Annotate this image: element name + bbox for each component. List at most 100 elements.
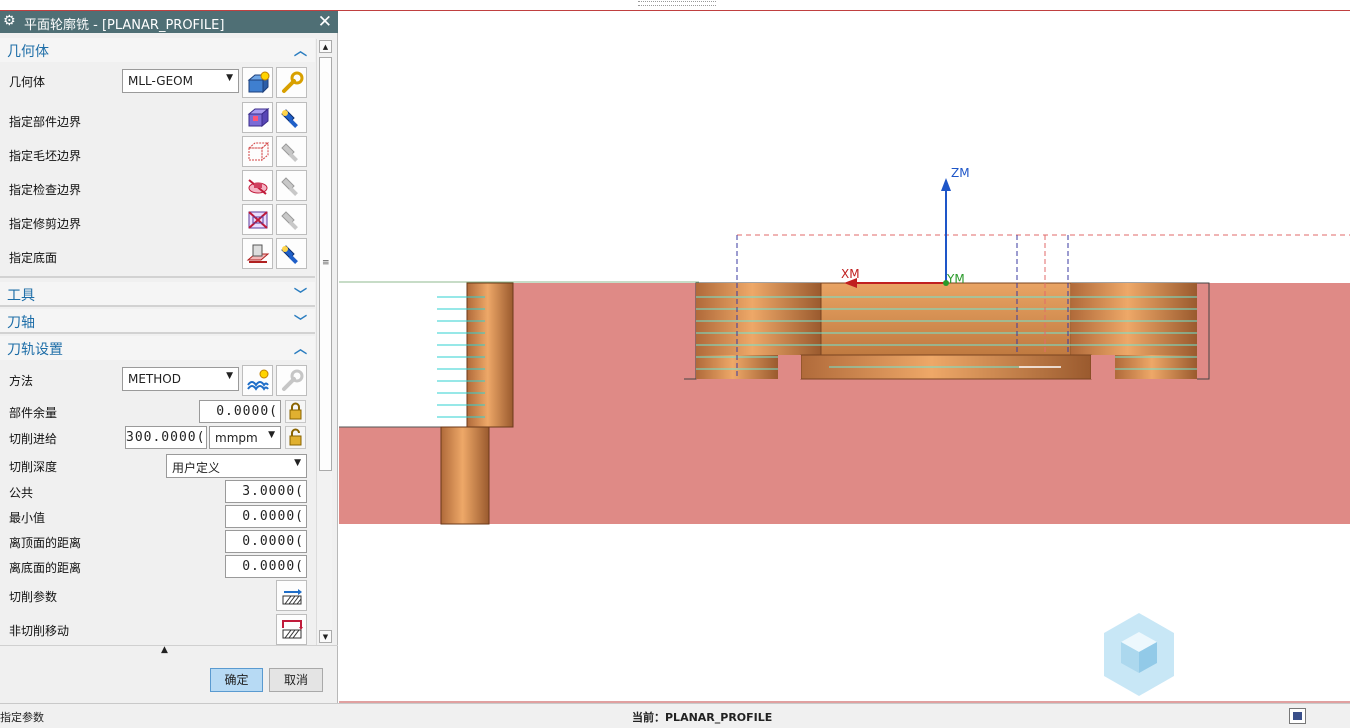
cut-depth-value: 用户定义 — [172, 461, 221, 475]
specify-floor-button[interactable] — [242, 238, 273, 269]
non-cutting-moves-icon — [282, 620, 303, 639]
method-select[interactable]: METHOD ▼ — [122, 367, 239, 391]
min-depth-input[interactable]: 0.0000( — [225, 505, 307, 528]
divider — [0, 332, 315, 334]
new-geometry-icon — [247, 71, 270, 94]
new-method-icon — [247, 369, 269, 391]
section-geometry-header[interactable]: 几何体 ︿ — [0, 38, 315, 62]
cancel-button[interactable]: 取消 — [269, 668, 323, 692]
specify-trim-boundary-label: 指定修剪边界 — [9, 217, 82, 231]
specify-floor-label: 指定底面 — [9, 251, 58, 265]
feed-unit-select[interactable]: mmpm ▼ — [209, 426, 281, 449]
dropdown-arrow-icon: ▼ — [226, 73, 233, 83]
scroll-down-arrow-icon[interactable]: ▼ — [319, 630, 332, 643]
bottom-offset-value: 0.0000( — [242, 559, 304, 574]
display-blank-boundary-button[interactable] — [276, 136, 307, 167]
dialog-scrollbar[interactable]: ▲ ≡ ▼ — [316, 39, 332, 645]
planar-profile-dialog: ⚙ 平面轮廓铣 - [PLANAR_PROFILE] ✕ 几何体 ︿ 几何体 M… — [0, 11, 338, 703]
specify-check-boundary-button[interactable] — [242, 170, 273, 201]
specify-blank-boundary-button[interactable] — [242, 136, 273, 167]
flashlight-icon — [281, 109, 298, 128]
status-current-operation: 当前：PLANAR_PROFILE — [632, 711, 773, 724]
display-floor-button[interactable] — [276, 238, 307, 269]
cut-depth-select[interactable]: 用户定义 ▼ — [166, 454, 307, 478]
part-center-block[interactable] — [820, 282, 1072, 356]
dropdown-arrow-icon: ▼ — [268, 430, 275, 440]
section-path-settings-header[interactable]: 刀轨设置 ︿ — [0, 336, 315, 360]
x-axis-label: XM — [841, 267, 860, 281]
cut-feed-lock-button[interactable] — [285, 426, 306, 449]
divider — [0, 276, 315, 278]
non-cutting-moves-button[interactable] — [276, 614, 307, 645]
top-offset-input[interactable]: 0.0000( — [225, 530, 307, 553]
common-depth-value: 3.0000( — [242, 484, 304, 499]
bottom-offset-input[interactable]: 0.0000( — [225, 555, 307, 578]
gear-icon[interactable]: ⚙ — [3, 13, 16, 29]
divider — [0, 305, 315, 307]
dropdown-arrow-icon: ▼ — [226, 371, 233, 381]
left-shaft-lower[interactable] — [440, 426, 490, 525]
dialog-title-bar[interactable]: ⚙ 平面轮廓铣 - [PLANAR_PROFILE] ✕ — [0, 11, 338, 33]
collapse-bar[interactable]: ▲ — [0, 645, 338, 657]
dialog-title: 平面轮廓铣 - [PLANAR_PROFILE] — [24, 18, 225, 33]
graphics-viewport[interactable]: ZM XM YM — [339, 11, 1350, 703]
cut-parameters-label: 切削参数 — [9, 590, 58, 604]
close-icon[interactable]: ✕ — [318, 12, 332, 32]
min-depth-label: 最小值 — [9, 511, 46, 525]
part-stock-lock-button[interactable] — [285, 400, 306, 423]
chevron-down-icon[interactable]: ﹀ — [294, 311, 307, 330]
status-toggle-button[interactable] — [1289, 708, 1306, 724]
edit-method-button[interactable] — [276, 365, 307, 396]
cut-depth-label: 切削深度 — [9, 460, 58, 474]
new-method-button[interactable] — [242, 365, 273, 396]
top-offset-value: 0.0000( — [242, 534, 304, 549]
part-right-foot[interactable] — [1115, 355, 1197, 379]
check-boundary-icon — [248, 179, 268, 195]
new-geometry-button[interactable] — [242, 67, 273, 98]
edit-geometry-button[interactable] — [276, 67, 307, 98]
cut-parameters-icon — [282, 589, 302, 605]
scroll-up-arrow-icon[interactable]: ▲ — [319, 40, 332, 53]
chevron-up-icon[interactable]: ︿ — [294, 338, 307, 357]
section-tool-header[interactable]: 工具 ﹀ — [0, 282, 315, 306]
section-tool-label: 工具 — [7, 288, 35, 304]
z-axis-arrow — [941, 178, 951, 191]
feed-unit-value: mmpm — [215, 431, 258, 445]
method-select-value: METHOD — [128, 372, 181, 386]
scroll-thumb[interactable]: ≡ — [319, 57, 332, 471]
common-depth-input[interactable]: 3.0000( — [225, 480, 307, 503]
section-tool-axis-header[interactable]: 刀轴 ﹀ — [0, 309, 315, 333]
min-depth-value: 0.0000( — [242, 509, 304, 524]
floor-plane-icon — [246, 244, 270, 263]
blank-boundary-icon — [247, 141, 270, 162]
wrench-disabled-icon — [282, 369, 304, 391]
display-check-boundary-button[interactable] — [276, 170, 307, 201]
non-cutting-moves-label: 非切削移动 — [9, 624, 70, 638]
geometry-select[interactable]: MLL-GEOM ▼ — [122, 69, 239, 93]
specify-check-boundary-label: 指定检查边界 — [9, 183, 82, 197]
specify-part-boundary-button[interactable] — [242, 102, 273, 133]
cube-logo-icon — [1104, 613, 1174, 696]
chevron-down-icon[interactable]: ﹀ — [294, 284, 307, 303]
grip-icon: ≡ — [322, 258, 330, 268]
cut-feed-label: 切削进给 — [9, 432, 58, 446]
specify-blank-boundary-label: 指定毛坯边界 — [9, 149, 82, 163]
cut-feed-input[interactable]: 300.0000( — [125, 426, 207, 449]
part-stock-label: 部件余量 — [9, 406, 58, 420]
section-geometry-label: 几何体 — [7, 44, 49, 60]
wrench-icon — [282, 71, 304, 93]
collapse-up-icon[interactable]: ▲ — [161, 645, 168, 655]
window-icon — [1293, 712, 1302, 720]
ok-button[interactable]: 确定 — [210, 668, 263, 692]
section-tool-axis-label: 刀轴 — [7, 315, 35, 331]
splitter-grip[interactable] — [638, 1, 716, 6]
specify-trim-boundary-button[interactable] — [242, 204, 273, 235]
display-trim-boundary-button[interactable] — [276, 204, 307, 235]
flange-gap-right — [1091, 355, 1115, 379]
chevron-up-icon[interactable]: ︿ — [294, 40, 307, 59]
display-part-boundary-button[interactable] — [276, 102, 307, 133]
cut-parameters-button[interactable] — [276, 580, 307, 611]
flange-gap-left — [778, 355, 801, 379]
unlock-icon — [289, 428, 302, 446]
part-stock-input[interactable]: 0.0000( — [199, 400, 281, 423]
